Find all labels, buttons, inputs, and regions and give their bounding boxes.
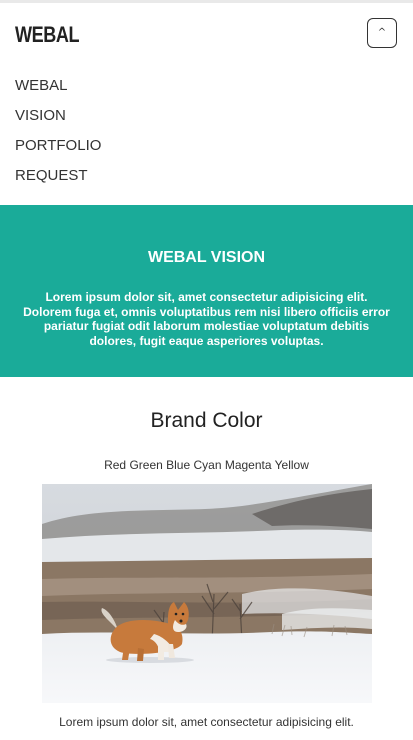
menu-toggle-button[interactable]: ^ bbox=[367, 18, 397, 48]
brand-logo[interactable]: WEBAL bbox=[15, 22, 79, 48]
nav-item-webal[interactable]: WEBAL bbox=[15, 75, 101, 105]
caret-up-icon: ^ bbox=[377, 27, 387, 38]
hero-title: WEBAL VISION bbox=[147, 249, 266, 266]
brand-color-list: Red Green Blue Cyan Magenta Yellow bbox=[104, 458, 309, 472]
photo-caption: Lorem ipsum dolor sit, amet consectetur … bbox=[59, 715, 354, 729]
vision-hero: WEBAL VISION Lorem ipsum dolor sit, amet… bbox=[0, 205, 413, 377]
hero-text: Lorem ipsum dolor sit, amet consectetur … bbox=[23, 290, 390, 348]
corgi-in-snow-image bbox=[42, 484, 372, 703]
nav-item-vision[interactable]: VISION bbox=[15, 105, 101, 135]
site-header: WEBAL ^ bbox=[0, 3, 413, 65]
page: WEBAL ^ WEBAL VISION PORTFOLIO REQUEST W… bbox=[0, 0, 413, 740]
brand-color-title: Brand Color bbox=[150, 409, 263, 432]
nav-item-portfolio[interactable]: PORTFOLIO bbox=[15, 135, 101, 165]
nav-item-request[interactable]: REQUEST bbox=[15, 165, 101, 195]
main-nav: WEBAL VISION PORTFOLIO REQUEST bbox=[15, 75, 101, 195]
